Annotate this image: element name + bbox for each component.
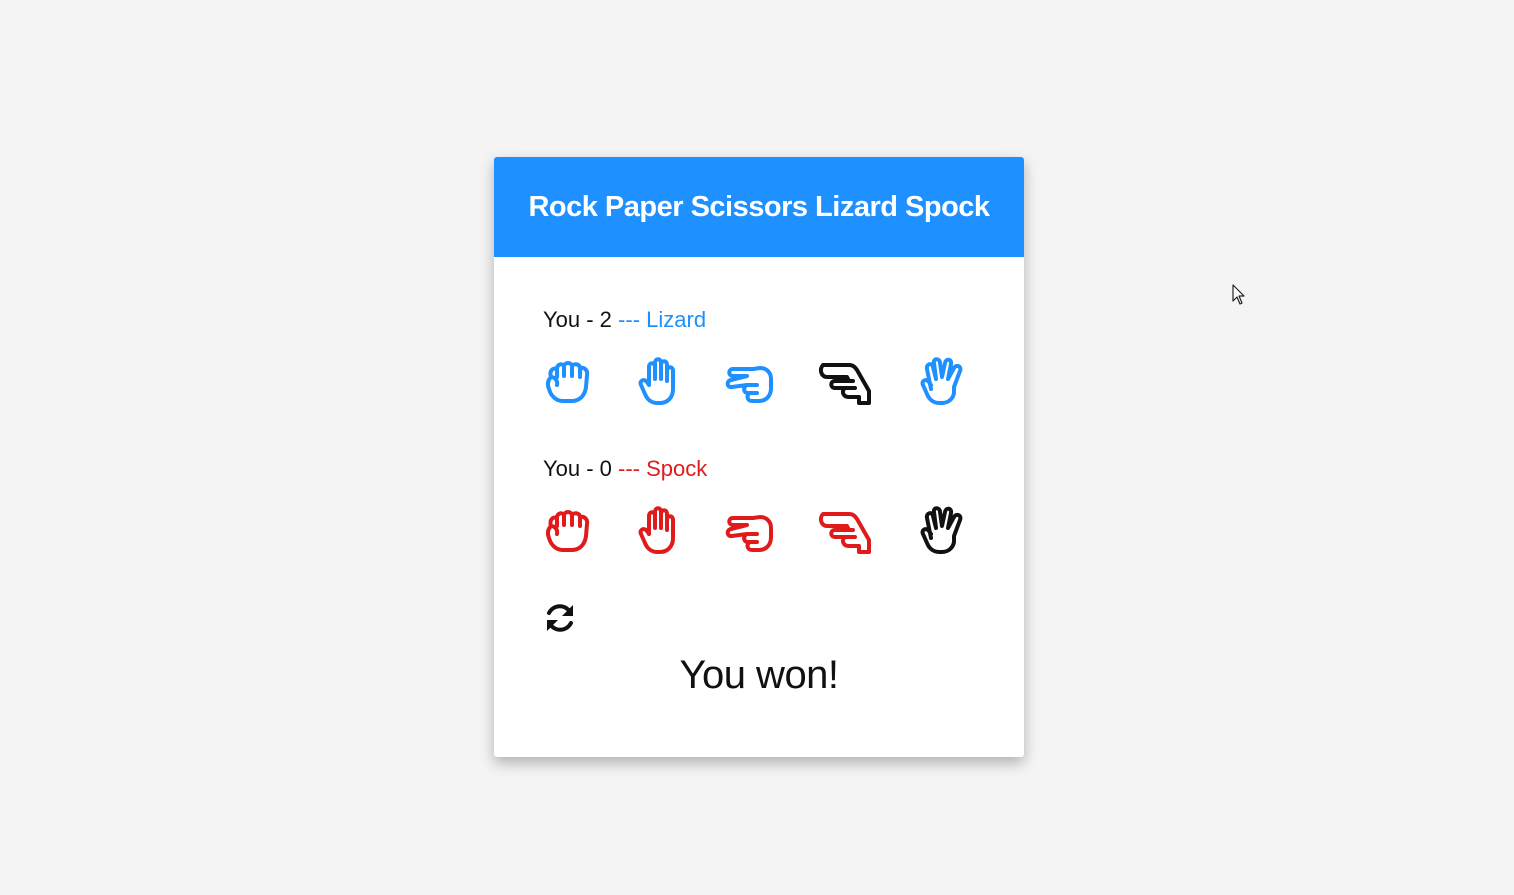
hand-rock-icon: [545, 361, 590, 403]
player2-spock-button[interactable]: [915, 504, 969, 558]
result-message: You won!: [679, 653, 839, 697]
hand-spock-icon: [920, 506, 963, 554]
player2-rock-button[interactable]: [543, 504, 597, 558]
player1-score: You - 2: [543, 307, 612, 332]
hand-lizard-icon: [818, 512, 871, 554]
game-title: Rock Paper Scissors Lizard Spock: [494, 157, 1024, 257]
player1-lizard-button[interactable]: [817, 355, 871, 409]
player2-choice: --- Spock: [618, 456, 708, 481]
hand-paper-icon: [638, 506, 675, 554]
hand-lizard-icon: [818, 363, 871, 405]
player2-lizard-button[interactable]: [817, 504, 871, 558]
player1-spock-button[interactable]: [915, 355, 969, 409]
player2-paper-button[interactable]: [633, 504, 687, 558]
hand-scissors-icon: [725, 515, 773, 552]
player2-hands: [543, 504, 969, 560]
refresh-icon: [547, 604, 573, 632]
player1-status: You - 2 --- Lizard: [543, 307, 706, 333]
player1-scissors-button[interactable]: [723, 355, 777, 409]
player1-paper-button[interactable]: [633, 355, 687, 409]
player2-scissors-button[interactable]: [723, 504, 777, 558]
game-card: Rock Paper Scissors Lizard Spock You - 2…: [494, 157, 1024, 757]
hand-paper-icon: [638, 357, 675, 405]
player1-hands: [543, 355, 969, 411]
player1-choice: --- Lizard: [618, 307, 707, 332]
player1-rock-button[interactable]: [543, 355, 597, 409]
reset-button[interactable]: [543, 601, 577, 635]
hand-rock-icon: [545, 510, 590, 552]
player2-score: You - 0: [543, 456, 612, 481]
hand-scissors-icon: [725, 366, 773, 403]
hand-spock-icon: [920, 357, 963, 405]
mouse-cursor-icon: [1232, 284, 1245, 305]
player2-status: You - 0 --- Spock: [543, 456, 707, 482]
